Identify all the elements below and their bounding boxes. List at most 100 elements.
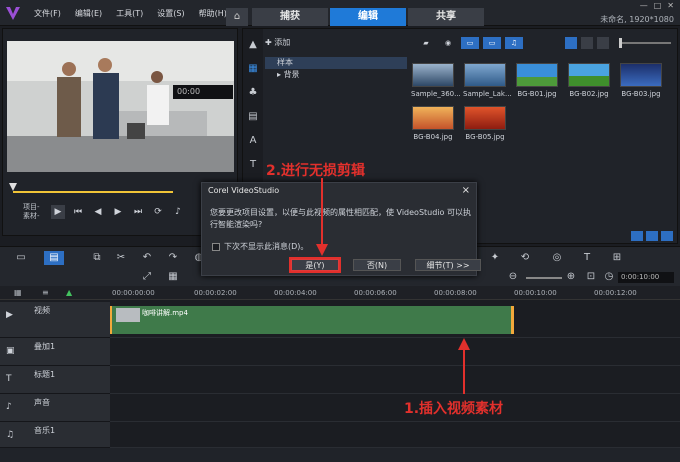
track-lane-title[interactable] <box>110 366 680 394</box>
title-icon[interactable]: A <box>245 135 261 149</box>
fit-icon[interactable]: ⤢ <box>140 270 154 284</box>
copy-icon[interactable]: ⧉ <box>90 251 104 265</box>
details-button[interactable]: 细节(T) >> <box>415 259 481 271</box>
add-cue-icon[interactable]: ▲ <box>66 288 72 297</box>
3d-title-icon[interactable]: T <box>580 251 594 265</box>
mask-icon[interactable]: ◎ <box>550 251 564 265</box>
scrub-handle[interactable] <box>9 183 17 191</box>
show-audio-icon[interactable]: ♫ <box>505 37 523 49</box>
library-filter-tools: ▰ ◉ ▭ ▭ ♫ <box>417 37 523 49</box>
show-photo-icon[interactable]: ▭ <box>483 37 501 49</box>
zoom-out-icon[interactable]: ⊖ <box>506 270 520 284</box>
import-icon[interactable]: ◉ <box>439 37 457 49</box>
undo-icon[interactable]: ↶ <box>140 251 154 265</box>
track-manager-icon[interactable]: ▦ <box>14 288 22 297</box>
track-header-voice[interactable]: ♪ 声音 <box>0 394 110 422</box>
view-mode-tools <box>565 37 609 49</box>
trim-bar[interactable] <box>13 191 173 193</box>
tools-icon[interactable]: ✂ <box>114 251 128 265</box>
list-view-icon[interactable] <box>581 37 593 49</box>
thumbnail-view-icon[interactable] <box>565 37 577 49</box>
timeline-view-icon[interactable]: ▤ <box>44 251 64 265</box>
home-button[interactable]: ⌂ <box>226 8 248 26</box>
storyboard-view-icon[interactable]: ▭ <box>14 251 28 265</box>
sort-icon[interactable] <box>597 37 609 49</box>
media-icon[interactable]: ▦ <box>245 63 261 77</box>
instant-project-icon[interactable]: ♣ <box>245 87 261 101</box>
clip-mode-label[interactable]: 素材- <box>23 212 40 221</box>
zoom-in-icon[interactable]: ⊕ <box>564 270 578 284</box>
menu-file[interactable]: 文件(F) <box>34 8 61 19</box>
menu-bar: 文件(F) 编辑(E) 工具(T) 设置(S) 帮助(H) <box>34 8 227 19</box>
timecode-display[interactable]: 00:00 <box>173 85 233 99</box>
track-header-overlay[interactable]: ▣ 叠加1 <box>0 338 110 366</box>
maximize-icon[interactable]: □ <box>654 1 662 10</box>
go-start-icon[interactable]: ⏮ <box>71 205 85 219</box>
next-frame-icon[interactable]: ▶ <box>111 205 125 219</box>
graphics-icon[interactable]: T <box>245 159 261 173</box>
thumb-label: Sample_360... <box>411 90 461 98</box>
timeline-zoom-slider[interactable] <box>526 277 562 279</box>
fit-project-icon[interactable]: ⊡ <box>584 270 598 284</box>
tab-capture[interactable]: 捕获 <box>252 8 328 26</box>
timeline-ruler[interactable]: ▦ ≡ ▲ 00:00:00:00 00:00:02:00 00:00:04:0… <box>0 286 680 300</box>
no-button[interactable]: 否(N) <box>353 259 401 271</box>
tab-share[interactable]: 共享 <box>408 8 484 26</box>
thumbnail-size-slider[interactable] <box>619 38 671 48</box>
thumb-image <box>464 106 506 130</box>
preview-scrubber[interactable]: 项目- 素材- ▶ ⏮ ◀ ▶ ⏭ ⟳ ♪ <box>9 181 229 221</box>
menu-edit[interactable]: 编辑(E) <box>75 8 102 19</box>
video-clip[interactable]: 咖啡讲解.mp4 <box>110 306 514 334</box>
track-lane-voice[interactable] <box>110 394 680 422</box>
checkbox-box[interactable] <box>212 242 220 251</box>
motion-icon[interactable]: ✦ <box>488 251 502 265</box>
arrow-to-yes-icon <box>316 178 328 256</box>
library-view-icon[interactable] <box>646 231 658 241</box>
thumb-item[interactable]: Sample_360... <box>411 63 461 98</box>
timeline-scrollbar[interactable] <box>0 448 680 462</box>
thumb-item[interactable]: Sample_Lak... <box>463 63 512 98</box>
transition-icon[interactable]: ▤ <box>245 111 261 125</box>
menu-help[interactable]: 帮助(H) <box>199 8 227 19</box>
go-end-icon[interactable]: ⏭ <box>131 205 145 219</box>
track-lane-overlay[interactable] <box>110 338 680 366</box>
redo-icon[interactable]: ↷ <box>166 251 180 265</box>
project-mode-label[interactable]: 项目- <box>23 203 40 212</box>
thumb-item[interactable]: BG-B05.jpg <box>463 106 507 141</box>
play-icon[interactable]: ▶ <box>51 205 65 219</box>
folder-icon[interactable]: ▰ <box>417 37 435 49</box>
track-header-title[interactable]: T 标题1 <box>0 366 110 394</box>
library-manager-icon[interactable] <box>661 231 673 241</box>
chapter-icon[interactable]: ≡ <box>42 288 49 297</box>
prev-frame-icon[interactable]: ◀ <box>91 205 105 219</box>
folder-backgrounds[interactable]: ▸ 背景 <box>265 69 407 81</box>
menu-settings[interactable]: 设置(S) <box>157 8 184 19</box>
folder-samples[interactable]: 样本 <box>265 57 407 69</box>
close-icon[interactable]: × <box>462 185 470 196</box>
ruler-tick-0: 00:00:00:00 <box>112 289 155 297</box>
menu-tools[interactable]: 工具(T) <box>116 8 143 19</box>
thumb-item[interactable]: BG-B03.jpg <box>619 63 663 98</box>
add-folder-button[interactable]: ✚ 添加 <box>265 37 290 48</box>
options-icon[interactable] <box>631 231 643 241</box>
show-video-icon[interactable]: ▭ <box>461 37 479 49</box>
split-screen-icon[interactable]: ⊞ <box>610 251 624 265</box>
minimize-icon[interactable]: — <box>640 1 648 10</box>
thumb-item[interactable]: BG-B01.jpg <box>515 63 559 98</box>
thumb-item[interactable]: BG-B04.jpg <box>411 106 455 141</box>
ripple-icon[interactable]: ▦ <box>166 270 180 284</box>
repeat-icon[interactable]: ⟳ <box>151 205 165 219</box>
tab-edit[interactable]: 编辑 <box>330 8 406 26</box>
track-header-video[interactable]: ▶ 视频 <box>0 302 110 338</box>
track-header-music[interactable]: ♫ 音乐1 <box>0 422 110 448</box>
volume-icon[interactable]: ♪ <box>171 205 185 219</box>
track-lane-music[interactable] <box>110 422 680 448</box>
collapse-up-icon[interactable]: ▲ <box>245 39 261 53</box>
loop-icon[interactable]: ⟲ <box>518 251 532 265</box>
dont-show-checkbox[interactable]: 下次不显示此消息(D)。 <box>212 241 308 252</box>
clip-name: 咖啡讲解.mp4 <box>142 309 188 317</box>
preview-video-frame[interactable] <box>7 41 234 172</box>
thumb-item[interactable]: BG-B02.jpg <box>567 63 611 98</box>
add-label: 添加 <box>274 38 291 47</box>
close-window-icon[interactable]: ✕ <box>667 1 674 10</box>
